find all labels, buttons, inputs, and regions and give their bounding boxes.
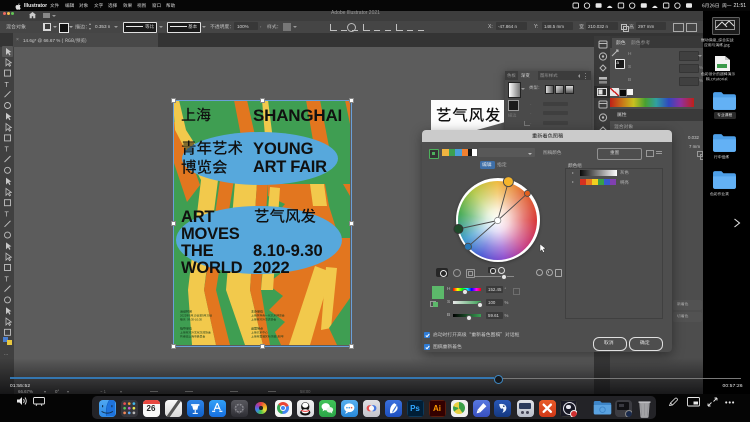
svg-text:T: T — [5, 212, 10, 219]
svg-text:T: T — [5, 276, 10, 283]
svg-text:T: T — [5, 82, 10, 89]
svg-text:T: T — [5, 147, 10, 154]
